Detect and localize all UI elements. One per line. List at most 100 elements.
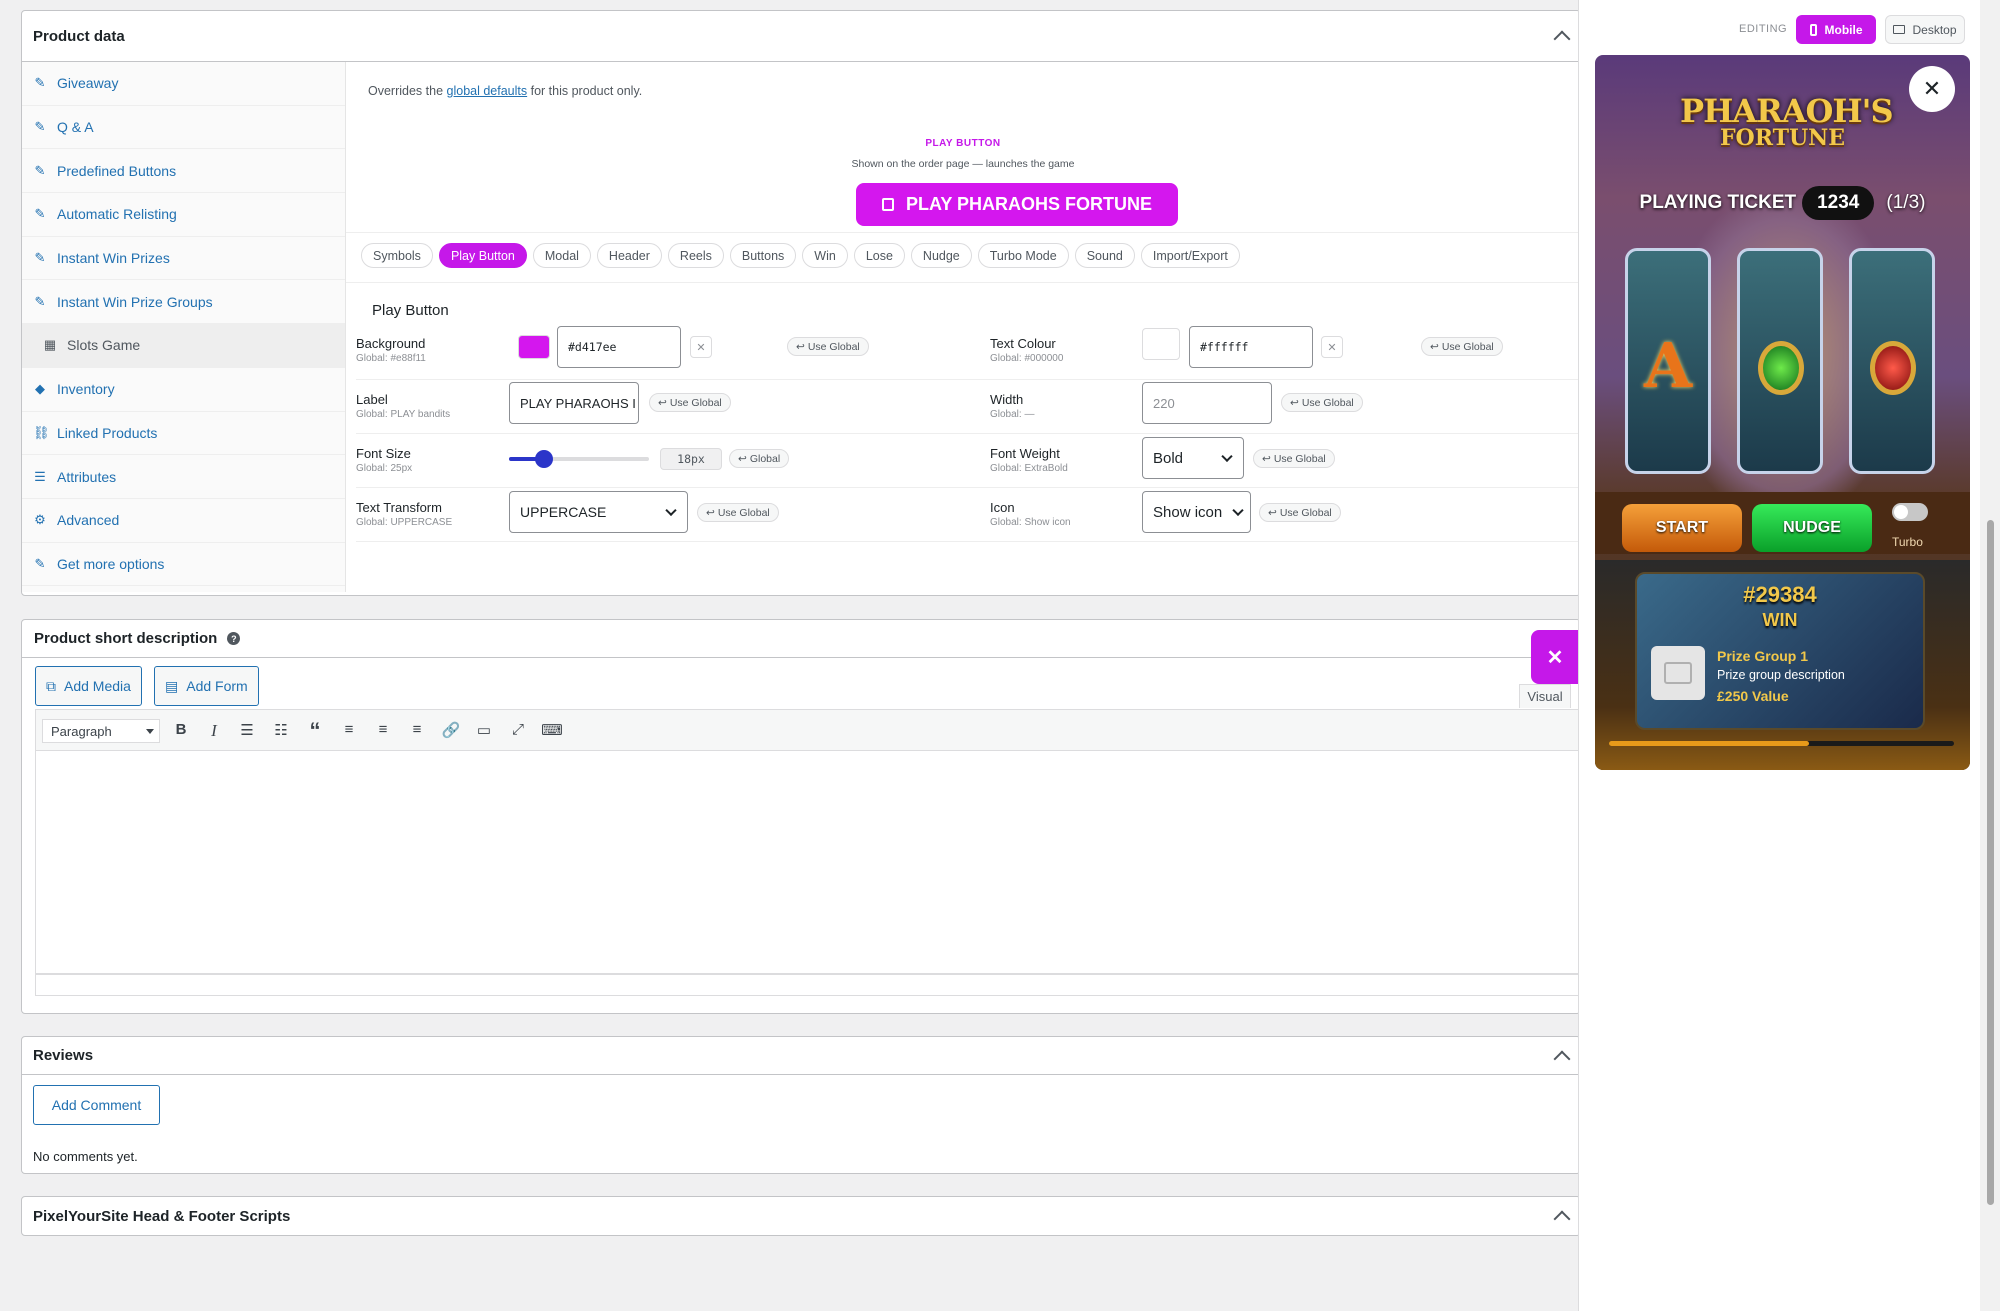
start-button[interactable]: START xyxy=(1622,504,1742,552)
sidebar-item[interactable]: ✎ Get more options xyxy=(22,543,345,587)
numbered-list-icon[interactable]: ☷ xyxy=(270,721,292,739)
text-colour-hex-input[interactable]: #ffffff xyxy=(1189,326,1313,368)
add-comment-button[interactable]: Add Comment xyxy=(33,1085,160,1125)
pixelyoursite-header[interactable]: PixelYourSite Head & Footer Scripts xyxy=(22,1197,1580,1235)
editor-content[interactable] xyxy=(35,751,1581,974)
font-weight-select[interactable]: Bold xyxy=(1142,437,1244,479)
tab-play-button[interactable]: Play Button xyxy=(438,243,527,268)
clear-text-colour-button[interactable]: ✕ xyxy=(1321,336,1343,358)
text-colour-use-global[interactable]: ↩ Use Global xyxy=(1421,337,1503,356)
tab-lose[interactable]: Lose xyxy=(853,243,905,268)
sidebar-item[interactable]: ✎ Instant Win Prize Groups xyxy=(22,280,345,325)
width-input[interactable]: 220 xyxy=(1142,382,1272,424)
font-size-slider[interactable] xyxy=(509,450,649,468)
icon-select[interactable]: Show icon xyxy=(1142,491,1251,533)
bulleted-list-icon[interactable]: ☰ xyxy=(236,721,258,739)
sidebar-item[interactable]: ✎ Giveaway xyxy=(22,62,345,106)
font-size-slider-thumb[interactable] xyxy=(535,450,553,468)
list-icon: ☰ xyxy=(34,468,46,484)
width-use-global[interactable]: ↩ Use Global xyxy=(1281,393,1363,412)
blockquote-icon[interactable]: “ xyxy=(304,718,326,744)
sidebar-item[interactable]: ✎ Automatic Relisting xyxy=(22,193,345,237)
reviews-header[interactable]: Reviews xyxy=(22,1037,1580,1075)
prize-number: #29384 xyxy=(1743,582,1817,607)
wrench-icon: ✎ xyxy=(34,206,46,222)
turbo-toggle[interactable] xyxy=(1892,503,1928,521)
nudge-button[interactable]: NUDGE xyxy=(1752,504,1872,552)
background-swatch[interactable] xyxy=(518,335,550,359)
text-transform-select[interactable]: UPPERCASE xyxy=(509,491,688,533)
prize-progress-fill xyxy=(1609,741,1810,746)
label-input[interactable]: PLAY PHARAOHS I xyxy=(509,382,639,424)
italic-icon[interactable]: I xyxy=(203,721,225,741)
desktop-toggle[interactable]: Desktop xyxy=(1885,15,1965,44)
chevron-up-icon[interactable] xyxy=(1553,1050,1571,1067)
sidebar-item[interactable]: ◆ Inventory xyxy=(22,368,345,412)
text-transform-use-global[interactable]: ↩ Use Global xyxy=(697,503,779,522)
add-form-button[interactable]: ▤ Add Form xyxy=(154,666,259,706)
pixelyoursite-box: PixelYourSite Head & Footer Scripts xyxy=(21,1196,1581,1236)
scrollbar-thumb[interactable] xyxy=(1987,520,1994,1205)
close-preview-fab[interactable]: ✕ xyxy=(1531,630,1579,684)
product-data-tabs: ✎ Giveaway ✎ Q & A ✎ Predefined Buttons ✎ Autom… xyxy=(22,62,346,592)
close-game-button[interactable]: ✕ xyxy=(1909,66,1955,112)
bold-icon[interactable]: B xyxy=(170,721,192,738)
chevron-up-icon[interactable] xyxy=(1553,1210,1571,1228)
align-center-icon[interactable]: ≡ xyxy=(372,721,394,738)
align-right-icon[interactable]: ≡ xyxy=(406,721,428,738)
tab-import-export[interactable]: Import/Export xyxy=(1140,243,1240,268)
font-size-use-global[interactable]: ↩ Global xyxy=(729,449,790,468)
sidebar-item[interactable]: ▦ Slots Game xyxy=(22,324,345,368)
tab-win[interactable]: Win xyxy=(802,243,848,268)
play-button-preview[interactable]: PLAY PHARAOHS FORTUNE xyxy=(856,183,1178,226)
link-icon[interactable]: 🔗 xyxy=(440,721,462,739)
sidebar-item[interactable]: ✎ Q & A xyxy=(22,106,345,150)
tab-modal[interactable]: Modal xyxy=(532,243,591,268)
override-note: Overrides the global defaults for this p… xyxy=(368,84,643,98)
short-description-title: Product short description xyxy=(34,630,218,647)
sidebar-item[interactable]: ✎ Predefined Buttons xyxy=(22,149,345,194)
sidebar-item[interactable]: ☰ Attributes xyxy=(22,455,345,499)
page-scrollbar[interactable] xyxy=(1980,0,2000,1311)
chevron-up-icon[interactable] xyxy=(1553,30,1571,48)
row-label: Label Global: PLAY bandits PLAY PHARAOHS… xyxy=(356,380,1580,434)
sidebar-item[interactable]: ⛓ Linked Products xyxy=(22,412,345,456)
fullscreen-icon[interactable]: ⤢ xyxy=(507,721,529,738)
help-icon[interactable]: ? xyxy=(227,632,241,645)
tab-turbo-mode[interactable]: Turbo Mode xyxy=(977,243,1069,268)
global-defaults-link[interactable]: global defaults xyxy=(447,84,528,98)
icon-use-global[interactable]: ↩ Use Global xyxy=(1259,503,1341,522)
add-media-button[interactable]: ⧉ Add Media xyxy=(35,666,142,706)
media-icon: ⧉ xyxy=(46,677,56,694)
clear-background-button[interactable]: ✕ xyxy=(690,336,712,358)
tab-header[interactable]: Header xyxy=(596,243,662,268)
visual-tab[interactable]: Visual xyxy=(1519,684,1571,708)
mobile-toggle[interactable]: Mobile xyxy=(1796,15,1876,44)
tab-sound[interactable]: Sound xyxy=(1074,243,1135,268)
font-size-value: 18px xyxy=(660,448,722,470)
tab-symbols[interactable]: Symbols xyxy=(361,243,433,268)
product-data-header[interactable]: Product data xyxy=(22,11,1580,62)
toolbar-toggle-icon[interactable]: ⌨ xyxy=(541,721,563,739)
read-more-icon[interactable]: ▭ xyxy=(473,721,495,739)
sidebar-item[interactable]: ⚙ Advanced xyxy=(22,499,345,543)
label-use-global[interactable]: ↩ Use Global xyxy=(649,393,731,412)
font-weight-use-global[interactable]: ↩ Use Global xyxy=(1253,449,1335,468)
tab-reels[interactable]: Reels xyxy=(667,243,724,268)
text-colour-swatch[interactable] xyxy=(1142,328,1180,360)
symbol-green-gem xyxy=(1758,341,1804,395)
tab-nudge[interactable]: Nudge xyxy=(910,243,972,268)
background-use-global[interactable]: ↩ Use Global xyxy=(787,337,869,356)
prize-image-placeholder xyxy=(1651,646,1705,700)
format-select[interactable]: Paragraph xyxy=(42,719,160,743)
pixelyoursite-title: PixelYourSite Head & Footer Scripts xyxy=(33,1207,291,1225)
caret-down-icon xyxy=(146,729,154,734)
tab-buttons[interactable]: Buttons xyxy=(729,243,797,268)
background-hex-input[interactable]: #d417ee xyxy=(557,326,681,368)
settings-tabs: Symbols Play Button Modal Header Reels Button… xyxy=(361,243,1246,268)
sidebar-item[interactable]: ✎ Instant Win Prizes xyxy=(22,237,345,281)
wrench-icon: ✎ xyxy=(34,119,46,135)
tag-icon: ◆ xyxy=(35,381,45,397)
game-logo: PHARAOH'S FORTUNE xyxy=(1680,92,1894,151)
align-left-icon[interactable]: ≡ xyxy=(338,721,360,738)
